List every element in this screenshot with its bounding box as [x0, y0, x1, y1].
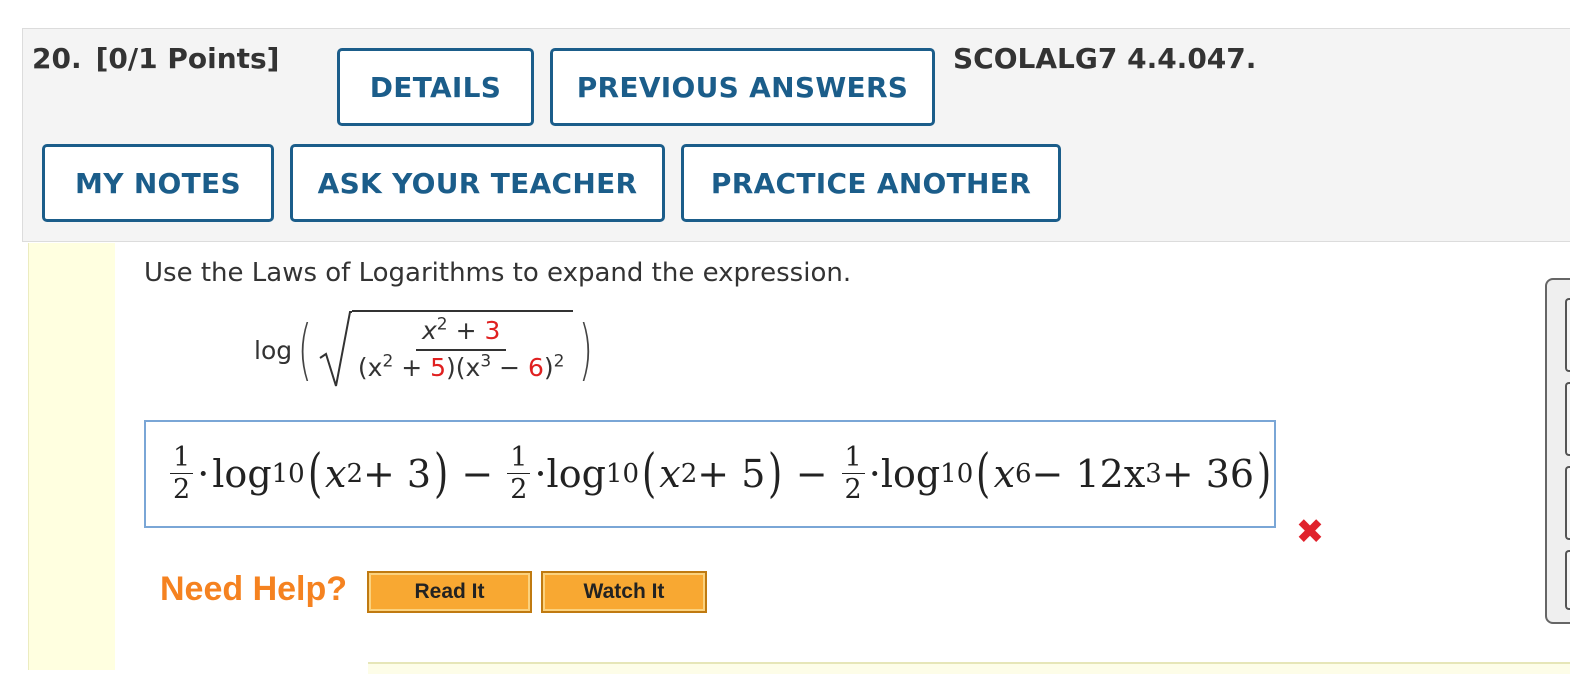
read-it-button[interactable]: Read It [367, 571, 532, 613]
dot-operator: · [868, 452, 881, 496]
question-points: [0/1 Points] [95, 42, 280, 75]
answer-input[interactable]: 12 · log 10(x 2 + 3) − 12 · log 10(x 2 + 5) − … [144, 420, 1276, 528]
log-fn: log [880, 452, 941, 496]
next-panel-edge [368, 662, 1570, 674]
ask-your-teacher-button[interactable]: ASK YOUR TEACHER [290, 144, 665, 222]
term2-exp: 2 [680, 459, 698, 489]
log-base: 10 [940, 459, 974, 489]
side-tool-4[interactable] [1565, 550, 1570, 610]
need-help-label: Need Help? [160, 570, 348, 608]
term1-rest: + 3 [363, 452, 432, 496]
term3-exp: 6 [1015, 459, 1032, 489]
log-base: 10 [605, 459, 639, 489]
side-tool-2[interactable] [1565, 382, 1570, 456]
question-id: SCOLALG7 4.4.047. [953, 42, 1257, 75]
problem-prompt: Use the Laws of Logarithms to expand the… [144, 258, 852, 288]
problem-fraction: x2 + 3 (x2 + 5)(x3 − 6)2 [358, 316, 565, 382]
dot-operator: · [534, 452, 547, 496]
right-paren: ) [578, 311, 593, 388]
log-label: log [254, 335, 293, 365]
question-index: 20. [32, 42, 82, 75]
practice-another-button[interactable]: PRACTICE ANOTHER [681, 144, 1061, 222]
question-number: 20. [0/1 Points] [32, 42, 279, 75]
side-toolbar [1545, 278, 1570, 624]
left-paren: ( [297, 311, 313, 388]
log-base: 10 [271, 459, 305, 489]
term2-rest: + 5 [697, 452, 766, 496]
term2-var: x [659, 452, 681, 496]
problem-expression: log ( x2 + 3 (x2 + 5)(x3 − 6)2 ) [254, 300, 598, 400]
fraction-denominator: (x2 + 5)(x3 − 6)2 [357, 351, 565, 382]
fraction-numerator: x2 + 3 [416, 316, 507, 351]
side-tool-3[interactable] [1565, 466, 1570, 540]
dot-operator: · [197, 452, 210, 496]
previous-answers-button[interactable]: PREVIOUS ANSWERS [550, 48, 935, 126]
my-notes-button[interactable]: MY NOTES [42, 144, 274, 222]
side-tool-1[interactable] [1565, 298, 1570, 372]
log-fn: log [212, 452, 272, 496]
log-fn: log [546, 452, 606, 496]
question-sidebar [28, 243, 115, 670]
details-button[interactable]: DETAILS [337, 48, 534, 126]
term3-mid: − 12x [1031, 452, 1146, 496]
term3-rest: + 36 [1161, 452, 1255, 496]
half-fraction: 12 [507, 443, 531, 504]
minus-operator: − [461, 452, 494, 496]
term3-var: x [993, 452, 1015, 496]
term1-var: x [325, 452, 347, 496]
half-fraction: 12 [170, 443, 194, 504]
watch-it-button[interactable]: Watch It [541, 571, 707, 613]
term3-exp2: 3 [1145, 459, 1162, 489]
incorrect-mark-icon: ✖ [1295, 512, 1325, 552]
square-root: x2 + 3 (x2 + 5)(x3 − 6)2 [318, 310, 573, 390]
minus-operator: − [795, 452, 828, 496]
term1-exp: 2 [346, 459, 364, 489]
radical-icon [319, 311, 352, 387]
half-fraction: 12 [841, 443, 865, 504]
